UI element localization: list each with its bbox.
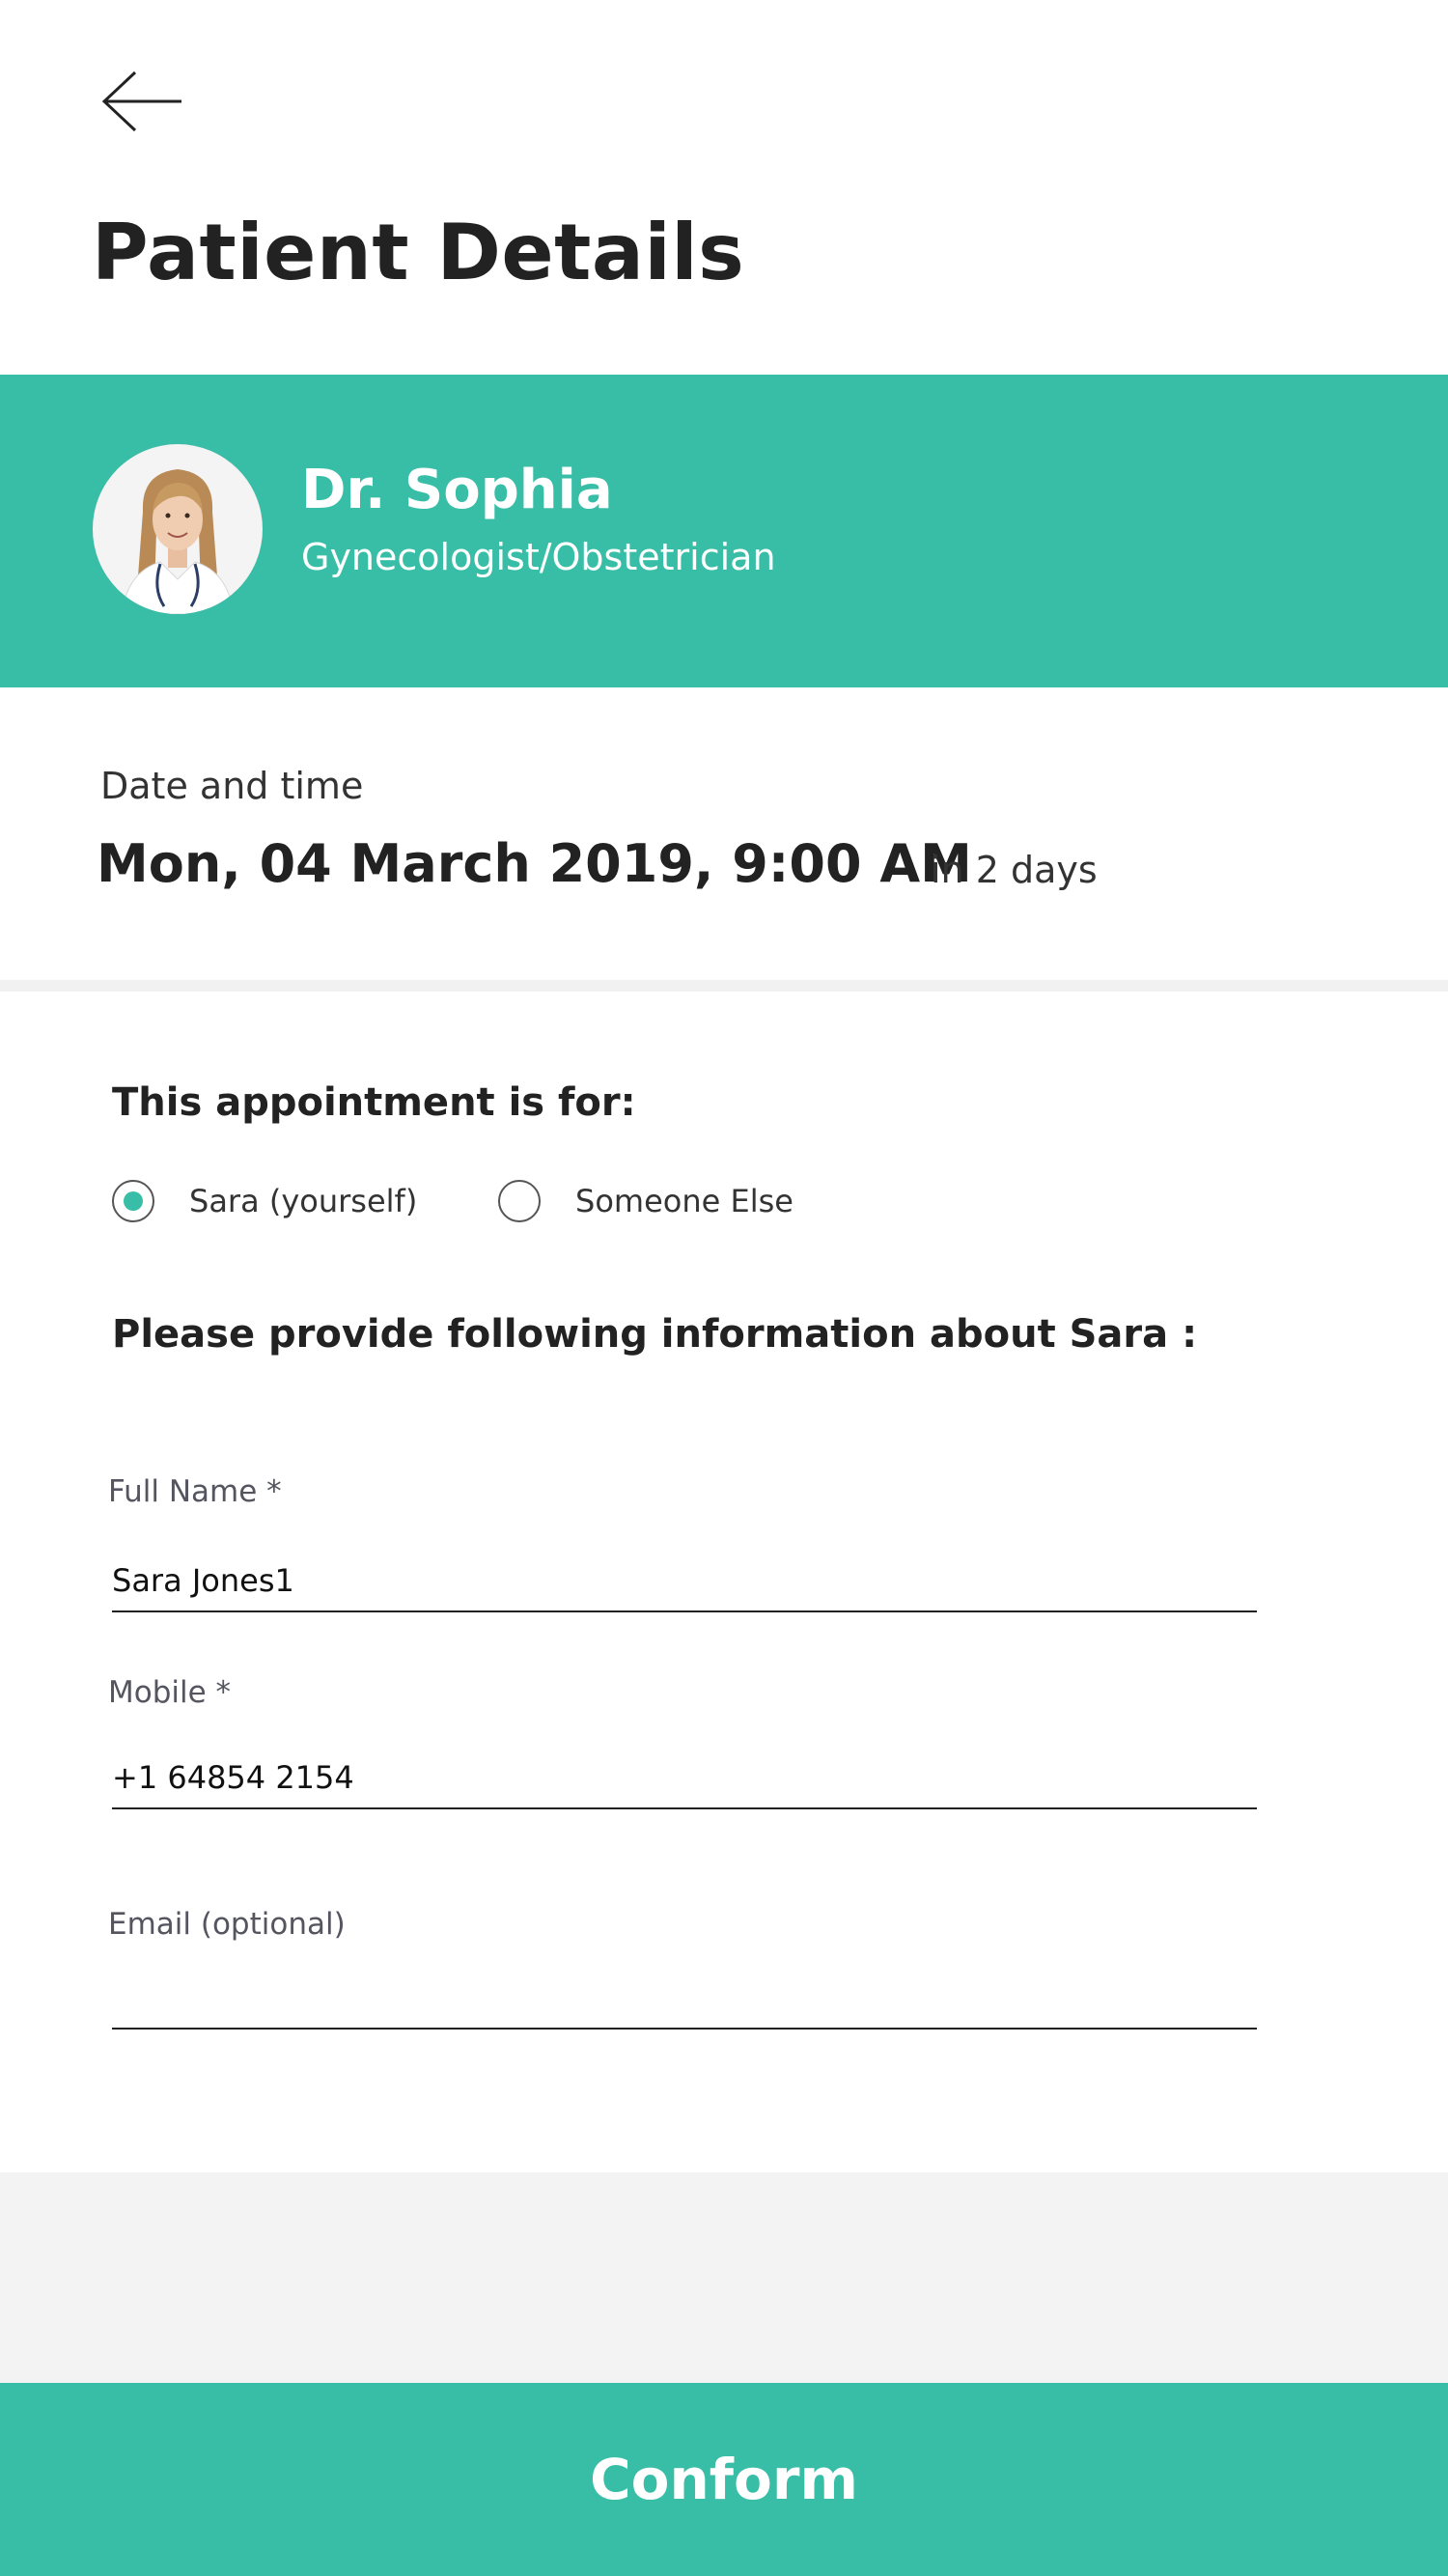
radio-option-yourself[interactable]: Sara (yourself) [112, 1176, 417, 1226]
email-label: Email (optional) [108, 1907, 346, 1942]
datetime-label: Date and time [100, 765, 364, 807]
doctor-avatar [93, 444, 263, 614]
doctor-name: Dr. Sophia [301, 459, 613, 521]
section-divider [0, 980, 1448, 992]
full-name-label: Full Name * [108, 1474, 282, 1509]
mobile-label: Mobile * [108, 1675, 232, 1710]
email-field[interactable] [112, 1972, 1257, 2030]
full-name-field[interactable] [112, 1554, 1257, 1612]
arrow-left-icon [101, 70, 181, 132]
radio-unchecked-icon[interactable] [498, 1180, 541, 1222]
mobile-field[interactable] [112, 1751, 1257, 1809]
appointment-for-heading: This appointment is for: [112, 1080, 636, 1125]
appointment-datetime: Mon, 04 March 2019, 9:00 AM [97, 833, 972, 894]
radio-checked-icon[interactable] [112, 1180, 154, 1222]
doctor-card: Dr. Sophia Gynecologist/Obstetrician [0, 375, 1448, 687]
confirm-button[interactable]: Conform [0, 2383, 1448, 2576]
radio-label-someone-else: Someone Else [575, 1183, 794, 1219]
radio-option-someone-else[interactable]: Someone Else [498, 1176, 794, 1226]
page-title: Patient Details [92, 208, 745, 297]
footer-spacer [0, 2172, 1448, 2383]
radio-label-yourself: Sara (yourself) [189, 1183, 418, 1219]
form-heading: Please provide following information abo… [112, 1312, 1198, 1357]
appointment-relative-time: in 2 days [931, 849, 1098, 891]
back-button[interactable] [97, 68, 193, 135]
doctor-specialty: Gynecologist/Obstetrician [301, 536, 776, 578]
